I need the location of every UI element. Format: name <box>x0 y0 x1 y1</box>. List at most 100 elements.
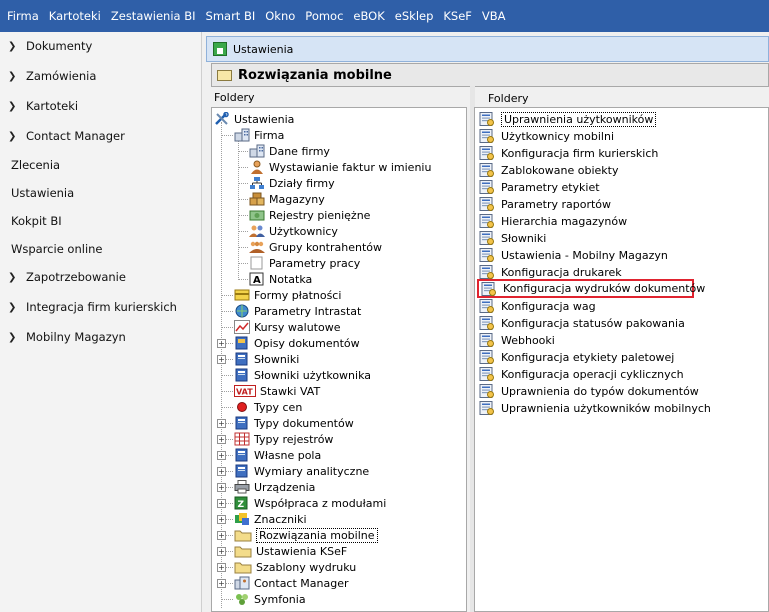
list-item-konfiguracja-firm-kurierskich[interactable]: Konfiguracja firm kurierskich <box>479 145 658 161</box>
list-item-uzytkownicy-mobilni[interactable]: Użytkownicy mobilni <box>479 128 614 144</box>
menu-pomoc[interactable]: Pomoc <box>300 0 348 32</box>
tree-node-szablony-wydruku[interactable]: Szablony wydruku <box>234 559 356 575</box>
tree-node-symfonia[interactable]: Symfonia <box>234 591 306 607</box>
tree-node-typy-dokumentow[interactable]: Typy dokumentów <box>234 415 354 431</box>
list-item-uprawnienia-do-typow-dokumentow[interactable]: Uprawnienia do typów dokumentów <box>479 383 699 399</box>
menu-ksef[interactable]: KSeF <box>438 0 477 32</box>
sidebar-item-kokpit-bi[interactable]: Kokpit BI <box>0 207 200 235</box>
expand-icon[interactable]: + <box>217 547 226 556</box>
tree-node-ustawienia-ksef[interactable]: Ustawienia KSeF <box>234 543 347 559</box>
menu-smart-bi[interactable]: Smart BI <box>201 0 261 32</box>
tree-node-label: Stawki VAT <box>260 384 321 398</box>
users-icon <box>249 224 265 238</box>
tree-node-dzialy-firmy[interactable]: Działy firmy <box>249 175 335 191</box>
tree-node-label: Dane firmy <box>269 144 330 158</box>
tree-node-opisy-dokumentow[interactable]: Opisy dokumentów <box>234 335 360 351</box>
expand-icon[interactable]: + <box>217 563 226 572</box>
window-title: Ustawienia <box>233 42 294 56</box>
tree-node-uzytkownicy[interactable]: Użytkownicy <box>249 223 338 239</box>
list-item-konfiguracja-operacji-cyklicznych[interactable]: Konfiguracja operacji cyklicznych <box>479 366 684 382</box>
tree-node-parametry-intrastat[interactable]: Parametry Intrastat <box>234 303 361 319</box>
expand-icon[interactable]: + <box>217 467 226 476</box>
tree-node-label: Ustawienia <box>234 112 295 126</box>
tree-node-firma[interactable]: Firma <box>234 127 284 143</box>
list-item-ustawienia-mobilny-magazyn[interactable]: Ustawienia - Mobilny Magazyn <box>479 247 668 263</box>
tree-node-notatka[interactable]: A Notatka <box>249 271 312 287</box>
sidebar-item-ustawienia[interactable]: Ustawienia <box>0 179 200 207</box>
sidebar-item-label: Integracja firm kurierskich <box>26 300 177 314</box>
list-item-parametry-etykiet[interactable]: Parametry etykiet <box>479 179 600 195</box>
tree-node-typy-cen[interactable]: Typy cen <box>234 399 302 415</box>
tree-line <box>238 167 248 168</box>
tree-node-contact-manager[interactable]: Contact Manager <box>234 575 349 591</box>
tree-node-wspolpraca-z-modulami[interactable]: Z Współpraca z modułami <box>234 495 386 511</box>
sidebar-item-kartoteki[interactable]: ❯ Kartoteki <box>0 92 200 120</box>
expand-icon[interactable]: + <box>217 419 226 428</box>
list-item-parametry-raportow[interactable]: Parametry raportów <box>479 196 611 212</box>
folder-tree[interactable]: Ustawienia Firma Dane firmy Wystawianie fak… <box>211 107 467 612</box>
tree-node-label: Słowniki <box>254 352 300 366</box>
list-item-konfiguracja-etykiety-paletowej[interactable]: Konfiguracja etykiety paletowej <box>479 349 674 365</box>
tree-node-wystawianie-faktur-w-imieniu[interactable]: Wystawianie faktur w imieniu <box>249 159 431 175</box>
expand-icon[interactable]: + <box>217 483 226 492</box>
tree-node-label: Znaczniki <box>254 512 307 526</box>
tree-node-typy-rejestrow[interactable]: Typy rejestrów <box>234 431 333 447</box>
tree-node-ustawienia[interactable]: Ustawienia <box>214 111 294 127</box>
list-item-konfiguracja-drukarek[interactable]: Konfiguracja drukarek <box>479 264 622 280</box>
tree-node-slowniki-uzytkownika[interactable]: Słowniki użytkownika <box>234 367 371 383</box>
list-item-konfiguracja-wag[interactable]: Konfiguracja wag <box>479 298 596 314</box>
sidebar-item-integracja-firm-kurierskich[interactable]: ❯ Integracja firm kurierskich <box>0 293 200 321</box>
folder-list[interactable]: Uprawnienia użytkowników Użytkownicy mobi… <box>474 107 769 612</box>
tree-node-grupy-kontrahentow[interactable]: Grupy kontrahentów <box>249 239 382 255</box>
menu-firma[interactable]: Firma <box>2 0 44 32</box>
list-item-label: Konfiguracja etykiety paletowej <box>501 350 675 364</box>
menu-ebok[interactable]: eBOK <box>348 0 389 32</box>
list-item-konfiguracja-statusow-pakowania[interactable]: Konfiguracja statusów pakowania <box>479 315 685 331</box>
menu-kartoteki[interactable]: Kartoteki <box>44 0 106 32</box>
tree-node-rozwiazania-mobilne[interactable]: Rozwiązania mobilne <box>234 527 378 543</box>
sidebar-item-wsparcie-online[interactable]: Wsparcie online <box>0 235 200 263</box>
tree-node-stawki-vat[interactable]: VAT Stawki VAT <box>234 383 320 399</box>
menu-vba[interactable]: VBA <box>477 0 511 32</box>
tree-node-rejestry-pieniezne[interactable]: Rejestry pieniężne <box>249 207 370 223</box>
expand-icon[interactable]: + <box>217 515 226 524</box>
list-item-slowniki[interactable]: Słowniki <box>479 230 546 246</box>
expand-icon[interactable]: + <box>217 355 226 364</box>
svg-text:VAT: VAT <box>236 388 253 397</box>
tree-node-magazyny[interactable]: Magazyny <box>249 191 325 207</box>
list-item-uprawnienia-uzytkownikow-mobilnych[interactable]: Uprawnienia użytkowników mobilnych <box>479 400 711 416</box>
expand-icon[interactable]: + <box>217 339 226 348</box>
expand-icon[interactable]: + <box>217 579 226 588</box>
tree-node-wlasne-pola[interactable]: Własne pola <box>234 447 321 463</box>
tree-line <box>221 135 233 136</box>
sidebar-item-zapotrzebowanie[interactable]: ❯ Zapotrzebowanie <box>0 263 200 291</box>
list-item-hierarchia-magazynow[interactable]: Hierarchia magazynów <box>479 213 627 229</box>
menu-zestawienia-bi[interactable]: Zestawienia BI <box>106 0 201 32</box>
menu-okno[interactable]: Okno <box>260 0 300 32</box>
expand-icon[interactable]: + <box>217 451 226 460</box>
list-item-zablokowane-obiekty[interactable]: Zablokowane obiekty <box>479 162 618 178</box>
tree-line <box>238 247 248 248</box>
tree-node-wymiary-analityczne[interactable]: Wymiary analityczne <box>234 463 369 479</box>
list-item-konfiguracja-wydrukow-dokumentow[interactable]: Konfiguracja wydruków dokumentów <box>477 279 705 298</box>
tree-line <box>221 407 233 408</box>
menu-esklep[interactable]: eSklep <box>390 0 439 32</box>
sidebar-item-zlecenia[interactable]: Zlecenia <box>0 151 200 179</box>
expand-icon[interactable]: + <box>217 531 226 540</box>
sidebar-item-mobilny-magazyn[interactable]: ❯ Mobilny Magazyn <box>0 323 200 351</box>
tree-node-urzadzenia[interactable]: Urządzenia <box>234 479 315 495</box>
tree-node-formy-platnosci[interactable]: Formy płatności <box>234 287 341 303</box>
tree-node-slowniki[interactable]: Słowniki <box>234 351 299 367</box>
sidebar-item-dokumenty[interactable]: ❯ Dokumenty <box>0 32 200 60</box>
expand-icon[interactable]: + <box>217 499 226 508</box>
tree-node-label: Słowniki użytkownika <box>254 368 372 382</box>
tree-node-parametry-pracy[interactable]: Parametry pracy <box>249 255 360 271</box>
list-item-webhooki[interactable]: Webhooki <box>479 332 555 348</box>
tree-node-kursy-walutowe[interactable]: Kursy walutowe <box>234 319 340 335</box>
tree-node-dane-firmy[interactable]: Dane firmy <box>249 143 330 159</box>
list-item-uprawnienia-uzytkownikow[interactable]: Uprawnienia użytkowników <box>479 111 657 127</box>
expand-icon[interactable]: + <box>217 435 226 444</box>
tree-node-znaczniki[interactable]: Znaczniki <box>234 511 307 527</box>
sidebar-item-zamowienia[interactable]: ❯ Zamówienia <box>0 62 200 90</box>
sidebar-item-contact-manager[interactable]: ❯ Contact Manager <box>0 122 200 150</box>
